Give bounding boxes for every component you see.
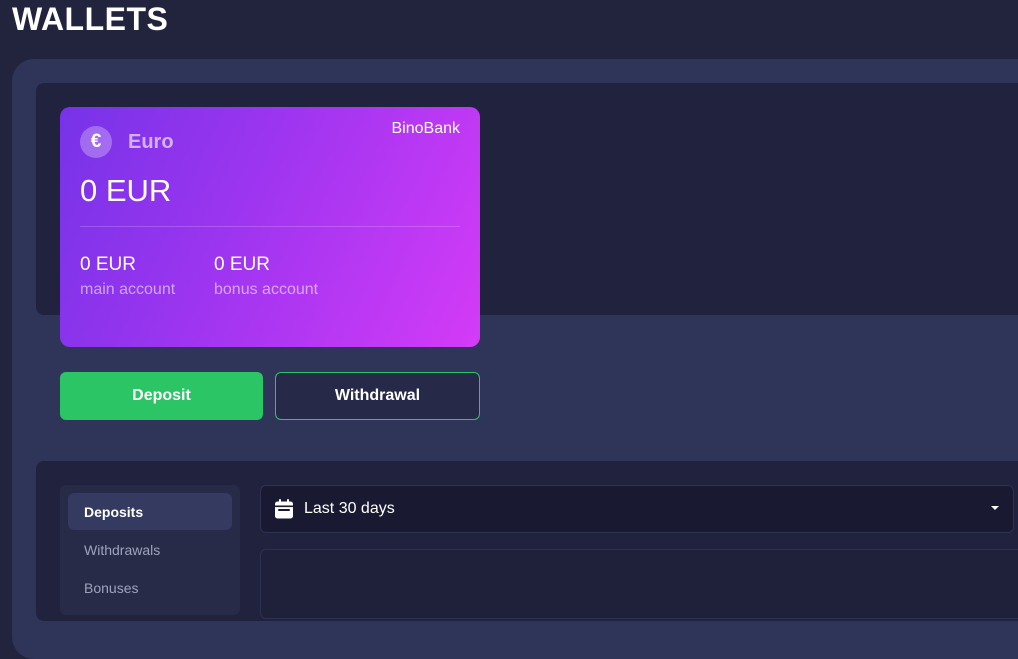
caret-down-icon xyxy=(991,506,999,510)
bonus-account: 0 EUR bonus account xyxy=(214,253,318,301)
results-area xyxy=(260,549,1018,619)
euro-icon: € xyxy=(80,126,112,158)
bonus-account-amount: 0 EUR xyxy=(214,254,270,275)
deposit-button[interactable]: Deposit xyxy=(60,372,263,420)
calendar-icon xyxy=(275,499,295,519)
currency-name: Euro xyxy=(128,131,174,153)
tab-deposits[interactable]: Deposits xyxy=(68,493,232,530)
date-range-value: Last 30 days xyxy=(304,500,395,517)
bonus-account-label: bonus account xyxy=(214,281,319,298)
tab-bonuses[interactable]: Bonuses xyxy=(68,569,232,606)
bank-name: BinoBank xyxy=(391,120,461,137)
wallet-card[interactable]: € Euro BinoBank 0 EUR 0 EUR main account… xyxy=(60,107,480,347)
main-account: 0 EUR main account xyxy=(80,253,175,301)
total-balance: 0 EUR xyxy=(80,173,172,208)
main-account-label: main account xyxy=(80,281,176,298)
history-tabs: Deposits Withdrawals Bonuses xyxy=(60,485,240,615)
card-divider xyxy=(80,226,460,227)
withdrawal-button[interactable]: Withdrawal xyxy=(275,372,480,420)
main-account-amount: 0 EUR xyxy=(80,254,136,275)
tab-withdrawals[interactable]: Withdrawals xyxy=(68,531,232,568)
date-range-select[interactable]: Last 30 days xyxy=(260,485,1014,533)
page-title: WALLETS xyxy=(12,1,169,37)
